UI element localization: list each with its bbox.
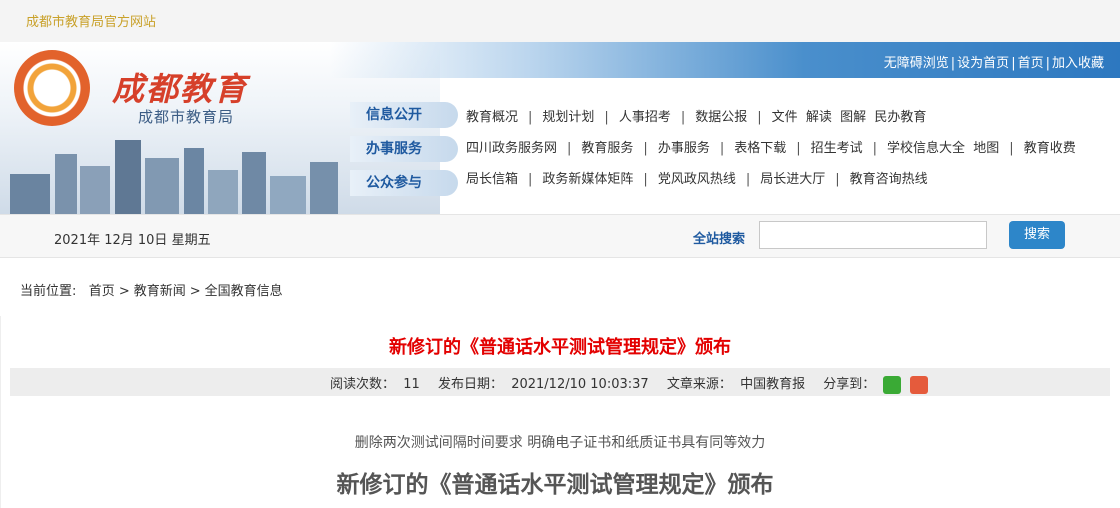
breadcrumb-prefix: 当前位置: xyxy=(20,284,77,299)
tab-services[interactable]: 办事服务 xyxy=(350,136,458,162)
nav-item[interactable]: 党风政风热线 xyxy=(658,172,736,187)
site-name[interactable]: 成都市教育局官方网站 xyxy=(26,11,156,30)
article-meta: 阅读次数： 11 发布日期： 2021/12/10 10:03:37 文章来源：… xyxy=(10,368,1110,396)
breadcrumb-home[interactable]: 首页 xyxy=(89,284,115,299)
tab-public-participation[interactable]: 公众参与 xyxy=(350,170,458,196)
nav-item[interactable]: 局长信箱 xyxy=(466,172,518,187)
article-subtitle: 删除两次测试间隔时间要求 明确电子证书和纸质证书具有同等效力 xyxy=(354,435,766,451)
nav-row-1: 教育概况 | 规划计划 | 人事招考 | 数据公报 | 文件 解读 图解 民办教育 xyxy=(466,110,927,125)
nav-row-2: 四川政务服务网 | 教育服务 | 办事服务 | 表格下载 | 招生考试 | 学校信息大全 地图 | 教育… xyxy=(466,141,1076,156)
nav-item[interactable]: 局长进大厅 xyxy=(760,172,825,187)
share-label: 分享到： xyxy=(823,377,876,392)
nav-item[interactable]: 文件 解读 图解 民办教育 xyxy=(772,110,927,125)
weibo-share-icon[interactable] xyxy=(909,375,928,394)
current-date: 2021年 12月 10日 星期五 xyxy=(54,233,211,248)
article-heading: 新修订的《普通话水平测试管理规定》颁布 xyxy=(336,472,774,498)
add-favorite-link[interactable]: 加入收藏 xyxy=(1052,56,1104,71)
nav-item[interactable]: 四川政务服务网 xyxy=(466,141,557,156)
top-links: 无障碍浏览 | 设为首页 | 首页 | 加入收藏 xyxy=(883,56,1104,71)
nav-item[interactable]: 教育咨询热线 xyxy=(850,172,928,187)
nav-item[interactable]: 教育收费 xyxy=(1024,141,1076,156)
search-button[interactable]: 搜索 xyxy=(1009,221,1065,249)
logo-title[interactable]: 成都教育 xyxy=(112,64,248,110)
site-search-label: 全站搜索 xyxy=(693,232,746,247)
nav-item[interactable]: 招生考试 xyxy=(811,141,863,156)
nav-item[interactable]: 数据公报 xyxy=(695,110,747,125)
nav-item[interactable]: 学校信息大全 地图 xyxy=(887,141,999,156)
nav-item[interactable]: 教育服务 xyxy=(581,141,633,156)
logo-emblem-icon[interactable] xyxy=(14,50,90,126)
breadcrumb-education-news[interactable]: 教育新闻 xyxy=(134,284,186,299)
nav-item[interactable]: 办事服务 xyxy=(658,141,710,156)
search-input[interactable] xyxy=(759,221,987,249)
logo-subtitle: 成都市教育局 xyxy=(138,108,235,126)
article-title: 新修订的《普通话水平测试管理规定》颁布 xyxy=(389,337,731,358)
nav-item[interactable]: 人事招考 xyxy=(619,110,671,125)
nav-item[interactable]: 政务新媒体矩阵 xyxy=(542,172,633,187)
article-source: 文章来源： 中国教育报 xyxy=(666,377,806,392)
accessibility-link[interactable]: 无障碍浏览 xyxy=(884,56,949,71)
nav-item[interactable]: 教育概况 xyxy=(466,110,518,125)
nav-row-3: 局长信箱 | 政务新媒体矩阵 | 党风政风热线 | 局长进大厅 | 教育咨询热线 xyxy=(466,172,928,187)
view-count: 阅读次数： 11 xyxy=(330,377,420,392)
breadcrumb-national-info[interactable]: 全国教育信息 xyxy=(205,284,283,299)
top-bar: 成都市教育局官方网站 xyxy=(0,0,1120,43)
publish-date: 发布日期： 2021/12/10 10:03:37 xyxy=(437,377,649,392)
home-link[interactable]: 首页 xyxy=(1018,56,1044,71)
header-banner: 无障碍浏览 | 设为首页 | 首页 | 加入收藏 成都教育 成都市教育局 信息公开 办事服务… xyxy=(0,42,1120,214)
nav-item[interactable]: 规划计划 xyxy=(542,110,594,125)
search-bar: 2021年 12月 10日 星期五 全站搜索 搜索 xyxy=(0,214,1120,258)
breadcrumb: 当前位置: 首页 > 教育新闻 > 全国教育信息 xyxy=(20,284,283,299)
tab-info-disclosure[interactable]: 信息公开 xyxy=(350,102,458,128)
city-skyline-image xyxy=(0,128,360,214)
nav-item[interactable]: 表格下载 xyxy=(734,141,786,156)
wechat-share-icon[interactable] xyxy=(883,375,902,394)
set-homepage-link[interactable]: 设为首页 xyxy=(957,56,1009,71)
